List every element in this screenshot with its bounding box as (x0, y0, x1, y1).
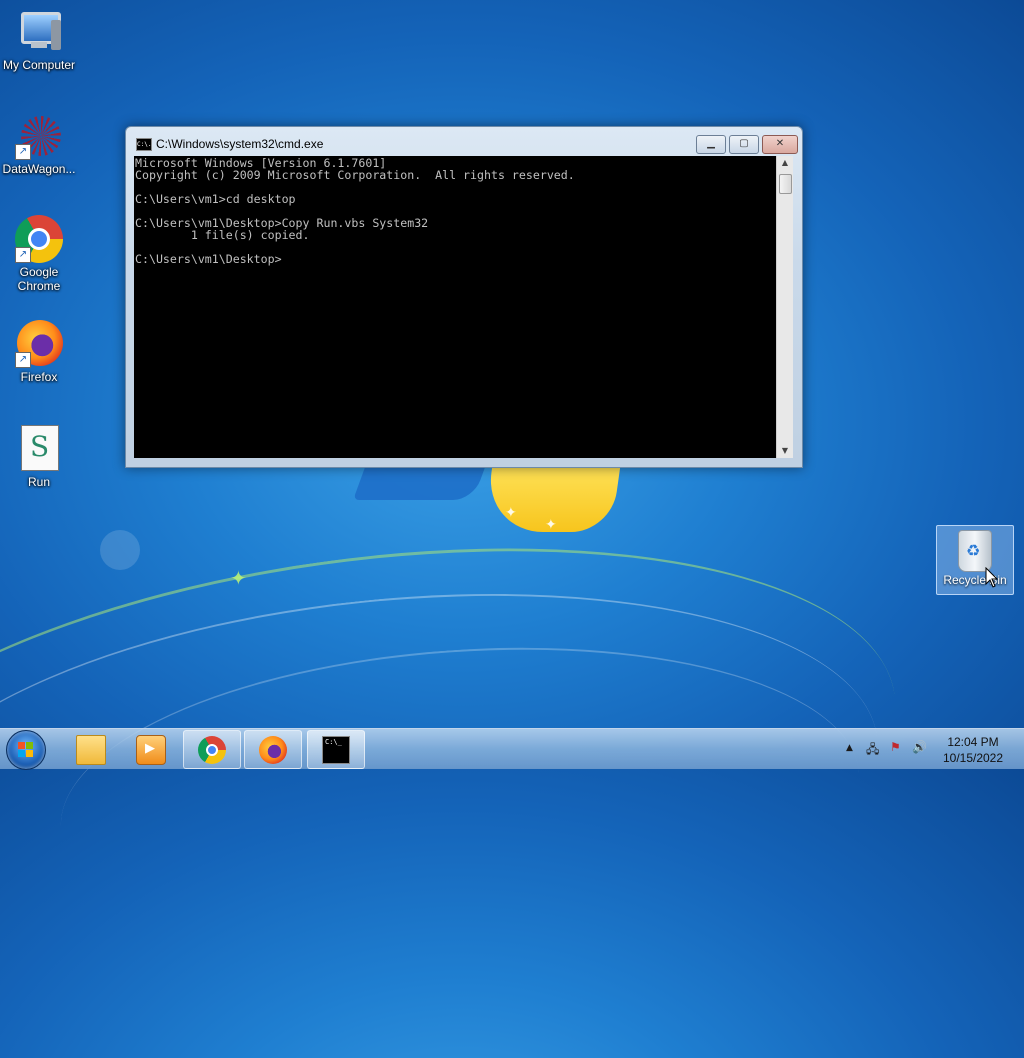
shortcut-arrow-icon: ↗ (15, 247, 31, 263)
show-hidden-icons-arrow-icon[interactable]: ▲ (846, 743, 853, 753)
recycle-bin-icon (958, 530, 992, 572)
datawagon-icon: ↗ (15, 112, 63, 160)
close-button[interactable]: ✕ (762, 135, 798, 154)
desktop-icon-label: Run (27, 475, 50, 489)
start-button[interactable] (6, 730, 46, 770)
taskbar-item-google-chrome[interactable] (183, 730, 241, 769)
wallpaper-swoosh (50, 622, 870, 980)
wallpaper-sparkle: ✦ (505, 505, 517, 521)
window-title: C:\Windows\system32\cmd.exe (156, 137, 324, 151)
console-text: Microsoft Windows [Version 6.1.7601] Cop… (135, 156, 575, 266)
taskbar-item-media-player[interactable] (122, 730, 178, 767)
wallpaper-sparkle: ✦ (545, 517, 557, 533)
scroll-down-arrow-icon[interactable]: ▼ (777, 444, 793, 458)
desktop-icon-label: My Computer (2, 58, 76, 72)
windows-logo-icon (18, 742, 34, 758)
desktop-icon-label: Firefox (20, 370, 58, 384)
console-output[interactable]: Microsoft Windows [Version 6.1.7601] Cop… (134, 156, 776, 458)
wallpaper-swoosh (0, 485, 925, 1058)
desktop-icon-google-chrome[interactable]: ↗ Google Chrome (0, 215, 78, 293)
window-titlebar[interactable]: C:\. C:\Windows\system32\cmd.exe ▁ ▢ ✕ (126, 127, 802, 155)
shortcut-arrow-icon: ↗ (15, 144, 31, 160)
taskbar-item-windows-explorer[interactable] (62, 730, 118, 767)
clock-date: 10/15/2022 (942, 751, 1004, 765)
desktop-icon-label: Recycle Bin (943, 573, 1007, 587)
shortcut-arrow-icon: ↗ (15, 352, 31, 368)
clock-time: 12:04 PM (947, 735, 999, 749)
firefox-icon (259, 736, 287, 764)
media-player-icon (136, 735, 166, 765)
cmd-window[interactable]: C:\. C:\Windows\system32\cmd.exe ▁ ▢ ✕ M… (125, 126, 803, 468)
network-icon[interactable]: 🖧 (866, 740, 879, 761)
desktop-icon-firefox[interactable]: ↗ Firefox (0, 320, 78, 384)
scroll-up-arrow-icon[interactable]: ▲ (777, 156, 793, 170)
maximize-button[interactable]: ▢ (729, 135, 759, 154)
wallpaper-glow (100, 530, 140, 570)
scrollbar-thumb[interactable] (779, 174, 792, 194)
wallpaper-swoosh (0, 548, 898, 1034)
chrome-icon: ↗ (15, 215, 63, 263)
desktop-icon-datawagon[interactable]: ↗ DataWagon... (0, 112, 78, 176)
desktop-icon-label: DataWagon... (2, 162, 76, 176)
taskbar-item-command-prompt[interactable]: C:\_ (307, 730, 365, 769)
action-center-flag-icon[interactable]: ⚑ (890, 740, 901, 754)
desktop-icon-label: Google Chrome (17, 265, 61, 293)
minimize-button[interactable]: ▁ (696, 135, 726, 154)
desktop-icon-run[interactable]: Run (0, 425, 78, 489)
wallpaper-sparkle: ✦ (230, 566, 247, 590)
computer-icon (15, 8, 63, 56)
vertical-scrollbar[interactable]: ▲ ▼ (776, 156, 793, 458)
desktop-icon-my-computer[interactable]: My Computer (0, 8, 78, 72)
chrome-icon (198, 736, 226, 764)
taskbar-item-firefox[interactable] (244, 730, 302, 769)
folder-icon (76, 735, 106, 765)
cmd-icon: C:\_ (322, 736, 350, 764)
mouse-cursor-icon (985, 567, 999, 588)
script-file-icon (15, 425, 63, 473)
desktop-icon-recycle-bin[interactable]: Recycle Bin (936, 525, 1014, 595)
taskbar: C:\_ ▲ 🖧 ⚑ 🔊 12:04 PM 10/15/2022 (0, 728, 1024, 770)
cmd-icon: C:\. (136, 138, 152, 151)
taskbar-clock[interactable]: 12:04 PM 10/15/2022 (930, 734, 1016, 766)
firefox-icon: ↗ (15, 320, 63, 368)
volume-icon[interactable]: 🔊 (912, 740, 927, 754)
